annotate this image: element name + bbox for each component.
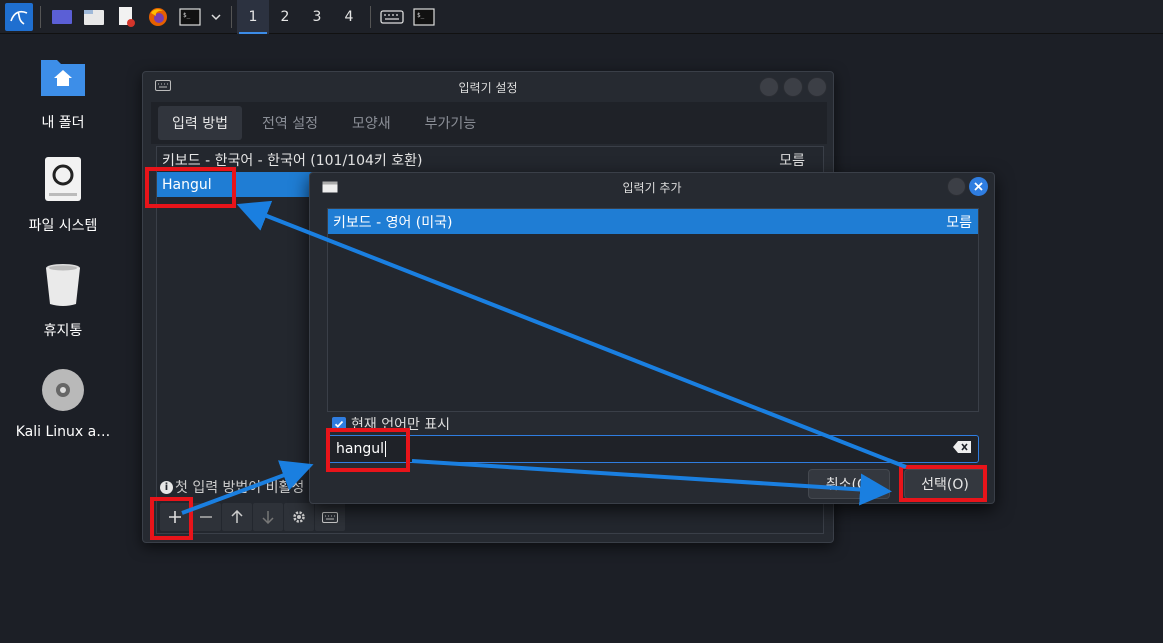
configure-button[interactable] xyxy=(284,503,314,531)
configure-icon xyxy=(293,511,305,523)
tab-input-method[interactable]: 입력 방법 xyxy=(158,106,242,140)
desktop-item-kali-disc[interactable]: Kali Linux a… xyxy=(0,364,126,440)
desktop-item-filesystem[interactable]: 파일 시스템 xyxy=(0,155,126,235)
window-title: 입력기 설정 xyxy=(458,80,518,95)
remove-input-method-button[interactable] xyxy=(191,503,221,531)
keyboard-layout-button[interactable] xyxy=(315,503,345,531)
keyboard-layout-icon xyxy=(322,511,338,523)
chevron-down-icon[interactable] xyxy=(208,3,224,31)
desktop-item-trash[interactable]: 휴지통 xyxy=(0,260,126,340)
dialog-titlebar[interactable]: 입력기 추가 xyxy=(310,173,994,201)
minimize-button[interactable] xyxy=(759,77,779,97)
window-icon xyxy=(322,181,338,197)
firefox-icon[interactable] xyxy=(144,3,172,31)
show-desktop-icon[interactable] xyxy=(48,3,76,31)
desktop-item-home[interactable]: 내 폴더 xyxy=(0,52,126,132)
desktop-item-label: 파일 시스템 xyxy=(28,218,98,234)
terminal-icon[interactable]: $_ xyxy=(176,3,204,31)
keyboard-icon[interactable] xyxy=(378,3,406,31)
input-method-toolbar xyxy=(160,502,822,532)
svg-text:$_: $_ xyxy=(417,12,425,19)
cancel-button[interactable]: 취소(C) xyxy=(808,469,890,499)
settings-tabs: 입력 방법 전역 설정 모양새 부가기능 xyxy=(151,102,827,144)
desktop-item-label: Kali Linux a… xyxy=(15,424,111,440)
add-input-method-dialog: 입력기 추가 키보드 - 영어 (미국) 모름 현재 언어만 표시 hangul… xyxy=(309,172,995,504)
move-up-icon xyxy=(231,510,243,523)
dialog-close-button[interactable] xyxy=(969,177,988,196)
keyboard-icon xyxy=(155,80,171,95)
move-down-icon xyxy=(262,511,274,524)
trash-icon xyxy=(37,260,89,312)
tab-global-settings[interactable]: 전역 설정 xyxy=(248,106,332,140)
available-input-methods-list: 키보드 - 영어 (미국) 모름 xyxy=(327,208,979,412)
info-text: 첫 입력 방법이 비활성 xyxy=(175,480,305,496)
list-item-selected[interactable]: 키보드 - 영어 (미국) 모름 xyxy=(328,209,978,234)
drive-icon xyxy=(37,155,89,207)
maximize-button[interactable] xyxy=(783,77,803,97)
highlight-box-select-button xyxy=(899,465,987,502)
taskbar: $_ 1 2 3 4 $_ xyxy=(0,0,1163,34)
disc-icon xyxy=(37,364,89,416)
info-message: i 첫 입력 방법이 비활성 xyxy=(160,477,304,497)
list-item[interactable]: 키보드 - 한국어 - 한국어 (101/104키 호환) 모름 xyxy=(157,147,823,172)
terminal-window-icon[interactable]: $_ xyxy=(410,3,438,31)
taskbar-separator xyxy=(40,5,41,28)
taskbar-separator xyxy=(370,5,371,28)
input-method-name: 키보드 - 영어 (미국) xyxy=(333,214,453,231)
desktop-item-label: 휴지통 xyxy=(43,323,83,339)
window-titlebar[interactable]: 입력기 설정 xyxy=(143,72,833,102)
search-input[interactable]: hangul xyxy=(327,435,979,463)
highlight-box-search-input xyxy=(326,428,410,472)
remove-icon xyxy=(200,516,212,518)
tab-addons[interactable]: 부가기능 xyxy=(411,106,491,140)
dialog-title: 입력기 추가 xyxy=(622,180,682,195)
home-folder-icon xyxy=(37,52,89,104)
workspace-1[interactable]: 1 xyxy=(237,0,269,34)
desktop-item-label: 내 폴더 xyxy=(41,115,85,131)
workspace-4[interactable]: 4 xyxy=(333,0,365,34)
dialog-minimize-button[interactable] xyxy=(947,177,966,196)
kali-menu-icon[interactable] xyxy=(5,2,33,31)
info-icon: i xyxy=(160,480,173,494)
close-icon xyxy=(974,182,983,191)
input-method-language: 모름 xyxy=(779,152,805,169)
move-up-button[interactable] xyxy=(222,503,252,531)
workspace-2[interactable]: 2 xyxy=(269,0,301,34)
taskbar-separator xyxy=(231,5,232,28)
highlight-box-add-button xyxy=(150,497,193,540)
svg-text:$_: $_ xyxy=(183,12,191,19)
workspace-3[interactable]: 3 xyxy=(301,0,333,34)
clear-search-icon[interactable] xyxy=(952,440,972,458)
input-method-language: 모름 xyxy=(946,214,972,231)
close-button[interactable] xyxy=(807,77,827,97)
move-down-button[interactable] xyxy=(253,503,283,531)
highlight-box-hangul-row xyxy=(145,167,236,208)
file-manager-icon[interactable] xyxy=(80,3,108,31)
tab-appearance[interactable]: 모양새 xyxy=(338,106,405,140)
text-editor-icon[interactable] xyxy=(112,3,140,31)
